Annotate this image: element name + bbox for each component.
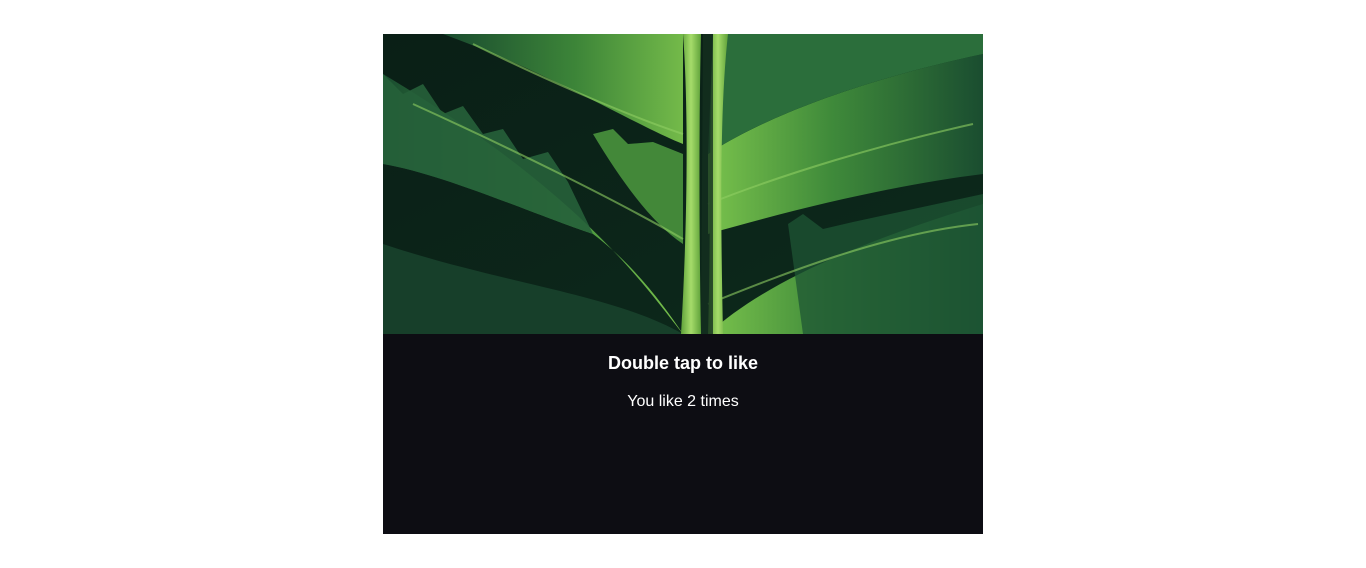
- leaf-photo[interactable]: [383, 34, 983, 334]
- double-tap-heading: Double tap to like: [607, 353, 758, 373]
- like-counter-text: You like 2 times: [627, 393, 739, 410]
- like-card: Double tap to like You like 2 times: [383, 34, 983, 534]
- leaf-image: [383, 34, 983, 334]
